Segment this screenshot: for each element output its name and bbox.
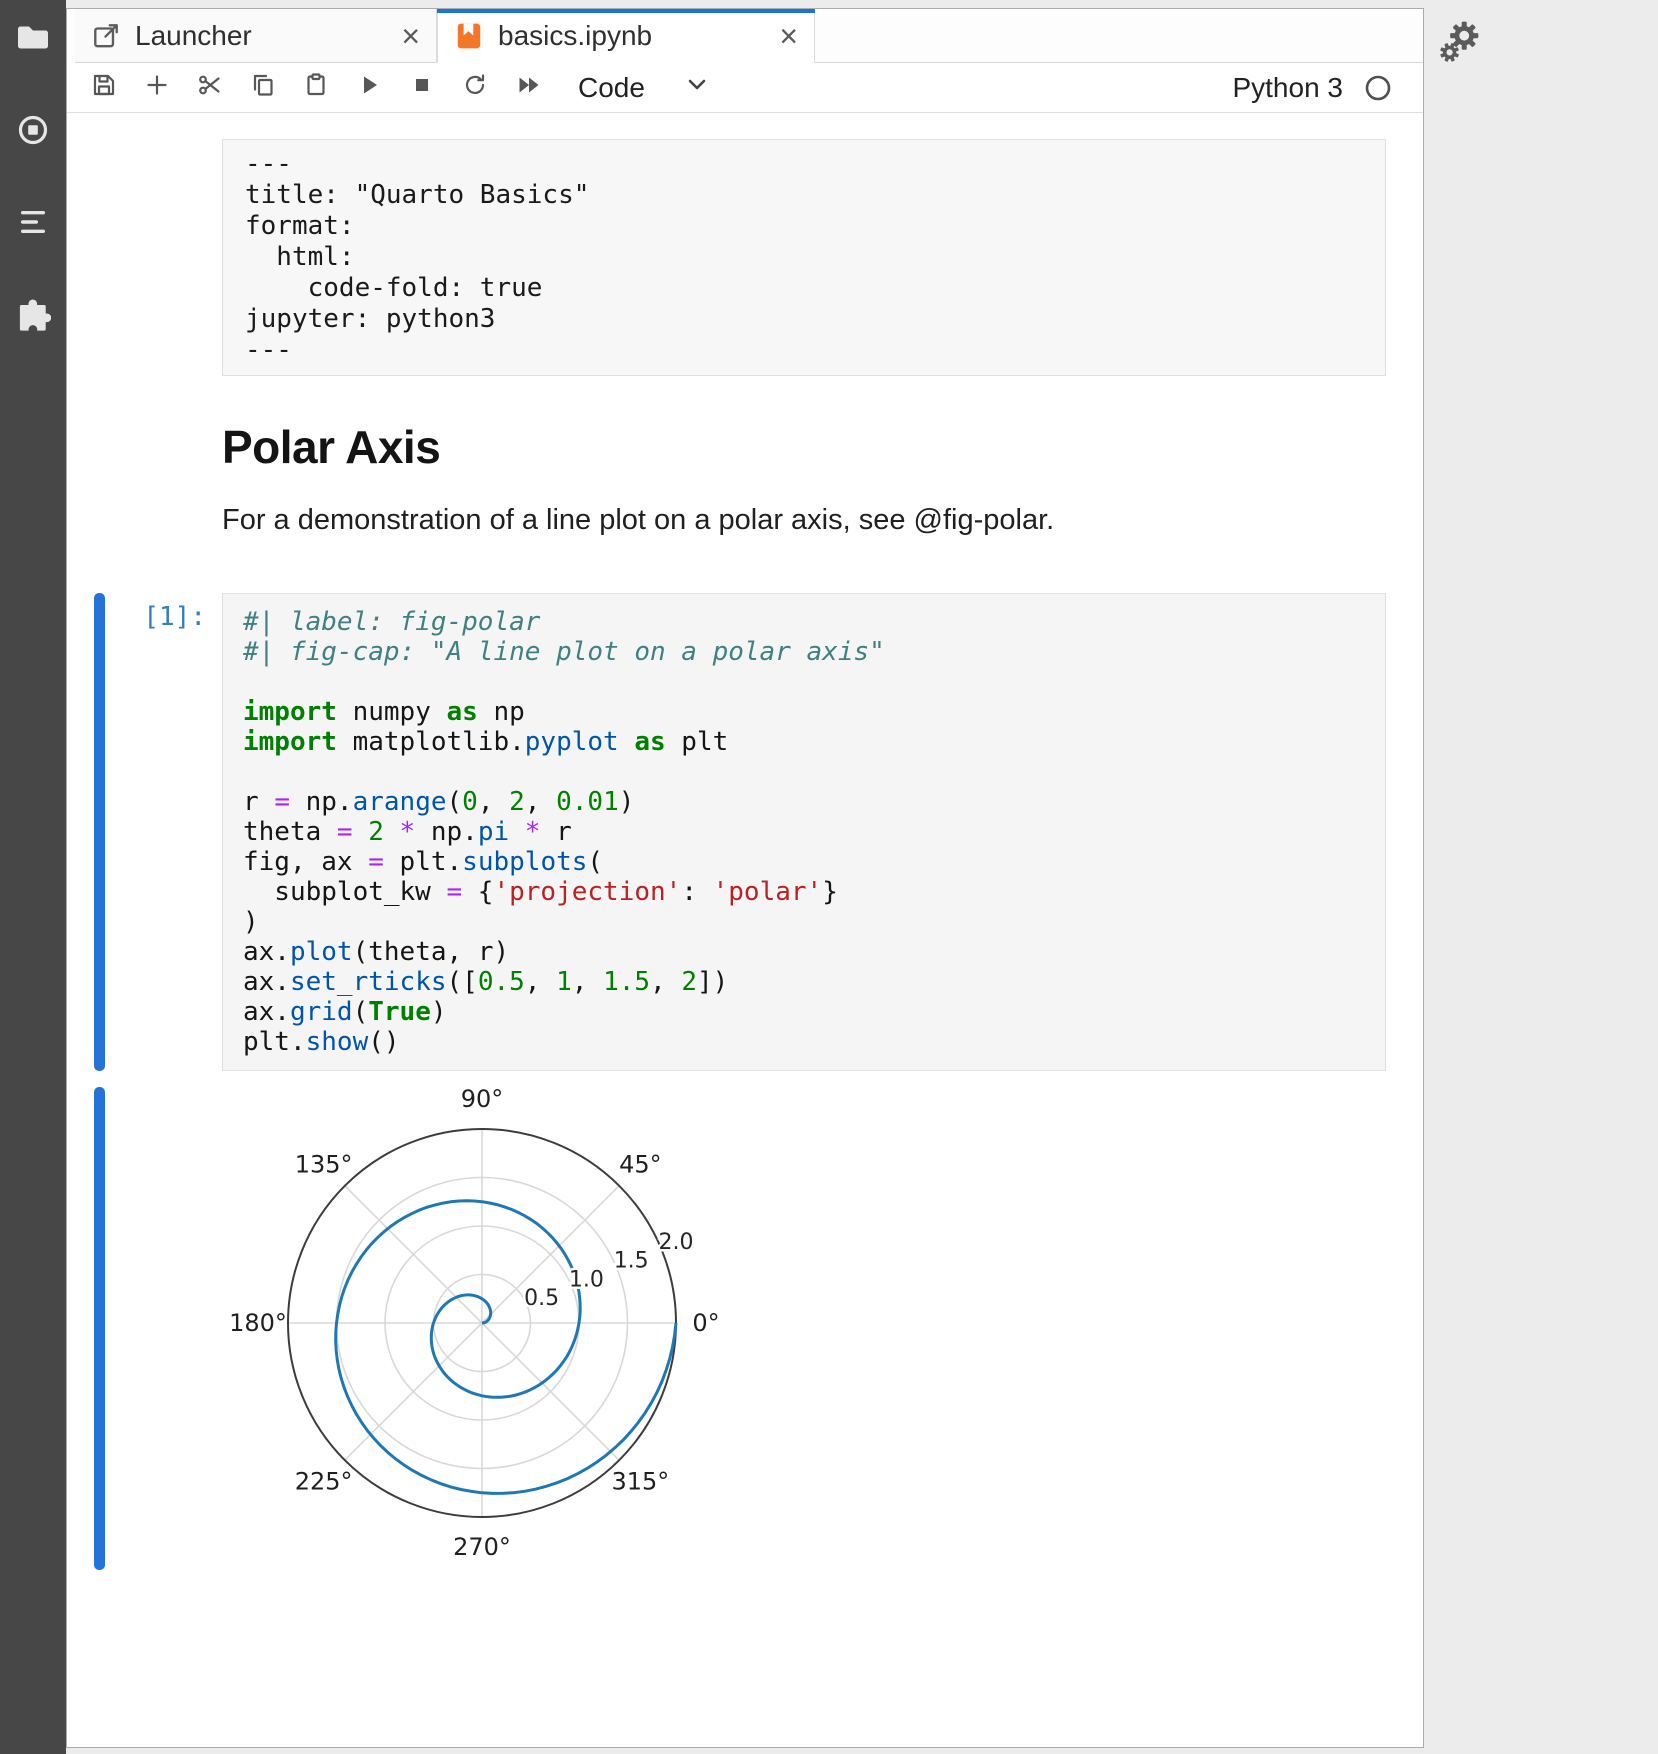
code-line (243, 667, 1365, 697)
code-cell: [1]: #| label: fig-polar#| fig-cap: "A l… (67, 593, 1423, 1071)
code-line: ax.plot(theta, r) (243, 937, 1365, 967)
notebook-icon (454, 21, 484, 51)
raw-cell-collapser[interactable] (94, 139, 105, 376)
code-cell-collapser[interactable] (94, 593, 105, 1071)
extensions-puzzle-icon (15, 296, 51, 337)
notebook-content: --- title: "Quarto Basics" format: html:… (67, 113, 1423, 1747)
kernel-name: Python 3 (1232, 72, 1343, 104)
output-cell: 0° 45° 90° 135° 180° 225° 270° 315° 0.5 1.0 1.5 2.0 (67, 1087, 1423, 1570)
kernel-indicator[interactable]: Python 3 (1232, 72, 1407, 104)
insert-cell-button[interactable] (136, 67, 178, 109)
cut-cells-button[interactable] (189, 67, 231, 109)
settings-button[interactable] (1436, 20, 1482, 66)
theta-tick-label: 45° (619, 1151, 662, 1179)
save-button[interactable] (83, 67, 125, 109)
save-icon (90, 71, 118, 104)
copy-icon (249, 71, 277, 104)
r-tick-label: 1.5 (614, 1249, 649, 1274)
code-line (243, 757, 1365, 787)
plus-icon (143, 71, 171, 104)
running-sessions-button[interactable] (15, 114, 51, 150)
launcher-icon (91, 21, 121, 51)
extensions-button[interactable] (15, 298, 51, 334)
markdown-cell-prompt (105, 376, 222, 571)
polar-grid-spoke (482, 1323, 619, 1460)
code-line: ) (243, 907, 1365, 937)
polar-grid-spoke (345, 1323, 482, 1460)
theta-tick-label: 315° (611, 1467, 669, 1495)
theta-tick-label: 90° (461, 1087, 504, 1113)
tab-basics-close-icon[interactable]: × (779, 20, 798, 52)
raw-cell-editor[interactable]: --- title: "Quarto Basics" format: html:… (222, 139, 1386, 376)
table-of-contents-button[interactable] (15, 206, 51, 242)
stop-icon (408, 71, 436, 104)
code-line: #| label: fig-polar (243, 607, 1365, 637)
code-line: theta = 2 * np.pi * r (243, 817, 1365, 847)
theta-tick-label: 0° (692, 1309, 719, 1337)
theta-tick-label: 270° (453, 1533, 511, 1561)
kernel-idle-circle-icon (1363, 73, 1393, 103)
interrupt-kernel-button[interactable] (401, 67, 443, 109)
r-tick-label: 2.0 (659, 1230, 694, 1255)
markdown-paragraph: For a demonstration of a line plot on a … (222, 504, 1386, 537)
restart-icon (461, 71, 489, 104)
r-tick-label: 1.0 (569, 1267, 604, 1292)
code-line: #| fig-cap: "A line plot on a polar axis… (243, 637, 1365, 667)
paste-cells-button[interactable] (295, 67, 337, 109)
raw-cell: --- title: "Quarto Basics" format: html:… (67, 139, 1423, 376)
tab-bar-filler (815, 9, 1423, 63)
markdown-heading: Polar Axis (222, 420, 1386, 474)
code-cell-execution-count: [1]: (105, 593, 222, 1071)
table-of-contents-icon (15, 204, 51, 245)
cell-type-dropdown[interactable]: Code (560, 68, 719, 108)
cell-type-value: Code (578, 72, 645, 104)
polar-grid-spoke (345, 1186, 482, 1323)
tab-basics-label: basics.ipynb (498, 20, 652, 52)
output-cell-collapser[interactable] (94, 1087, 105, 1570)
code-line: ax.grid(True) (243, 997, 1365, 1027)
folder-icon (15, 20, 51, 61)
markdown-cell-collapser[interactable] (94, 376, 105, 571)
theta-tick-label: 180° (229, 1309, 287, 1337)
output-cell-prompt (105, 1087, 222, 1570)
code-line: r = np.arange(0, 2, 0.01) (243, 787, 1365, 817)
gears-icon (1436, 53, 1482, 70)
code-line: import matplotlib.pyplot as plt (243, 727, 1365, 757)
output-area: 0° 45° 90° 135° 180° 225° 270° 315° 0.5 1.0 1.5 2.0 (222, 1087, 1386, 1570)
run-cell-button[interactable] (348, 67, 390, 109)
r-tick-label: 0.5 (524, 1286, 559, 1311)
theta-tick-label: 225° (295, 1467, 353, 1495)
tab-bar: Launcher × basics.ipynb × (67, 9, 1423, 63)
copy-cells-button[interactable] (242, 67, 284, 109)
running-sessions-icon (15, 112, 51, 153)
raw-cell-prompt (105, 139, 222, 376)
run-icon (355, 71, 383, 104)
chevron-down-icon (685, 73, 709, 102)
fast-forward-icon (514, 71, 542, 104)
polar-plot-image: 0° 45° 90° 135° 180° 225° 270° 315° 0.5 1.0 1.5 2.0 (226, 1087, 731, 1565)
file-browser-button[interactable] (15, 22, 51, 58)
clipboard-icon (302, 71, 330, 104)
jupyterlab-main-panel: Launcher × basics.ipynb × (66, 8, 1424, 1748)
code-line: fig, ax = plt.subplots( (243, 847, 1365, 877)
restart-kernel-button[interactable] (454, 67, 496, 109)
code-line: import numpy as np (243, 697, 1365, 727)
tab-launcher[interactable]: Launcher × (75, 9, 437, 63)
markdown-cell: Polar Axis For a demonstration of a line… (67, 376, 1423, 571)
activity-bar (0, 0, 66, 1754)
tab-launcher-label: Launcher (135, 20, 252, 52)
code-line: ax.set_rticks([0.5, 1, 1.5, 2]) (243, 967, 1365, 997)
scissors-icon (196, 71, 224, 104)
theta-tick-label: 135° (295, 1151, 353, 1179)
notebook-toolbar: Code Python 3 (67, 63, 1423, 113)
code-line: subplot_kw = {'projection': 'polar'} (243, 877, 1365, 907)
tab-launcher-close-icon[interactable]: × (401, 20, 420, 52)
tab-basics-ipynb[interactable]: basics.ipynb × (437, 9, 815, 63)
restart-run-all-button[interactable] (507, 67, 549, 109)
code-line: plt.show() (243, 1027, 1365, 1057)
code-editor[interactable]: #| label: fig-polar#| fig-cap: "A line p… (222, 593, 1386, 1071)
